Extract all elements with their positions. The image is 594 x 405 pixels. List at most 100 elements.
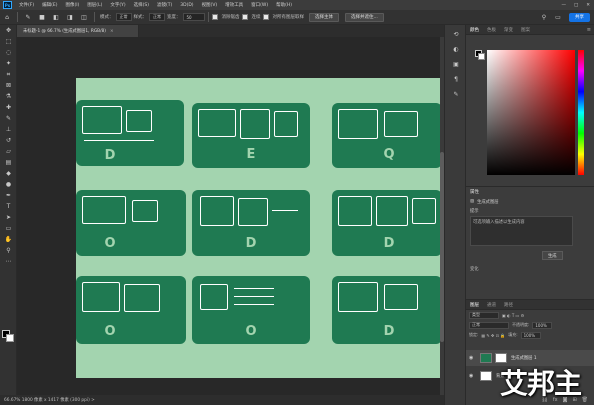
divider	[94, 12, 95, 22]
eraser-tool-icon[interactable]: ▱	[2, 146, 15, 157]
menu-type[interactable]: 文字(Y)	[106, 2, 129, 8]
intersect-selection-icon[interactable]: ◫	[79, 13, 89, 22]
sketch-frame	[376, 196, 408, 226]
shape-tool-icon[interactable]: ▭	[2, 223, 15, 234]
menu-image[interactable]: 图像(I)	[61, 2, 83, 8]
select-mask-button[interactable]: 选择并遮住...	[345, 12, 384, 22]
style-select[interactable]: 正常	[149, 13, 165, 21]
tile-8: O	[192, 276, 310, 344]
filter-icons[interactable]: ▣ ◐ T ▭ ⚙	[502, 313, 524, 318]
sample-all-checkbox[interactable]	[262, 14, 269, 20]
blend-mode-select[interactable]: 正常	[469, 321, 509, 329]
sketch-frame	[132, 200, 158, 222]
tab-swatches[interactable]: 色板	[483, 27, 500, 33]
contiguous-checkbox[interactable]	[241, 14, 248, 20]
more-tools-icon[interactable]: ⋯	[2, 256, 15, 267]
saturation-value-field[interactable]	[487, 50, 575, 175]
minimize-icon[interactable]: —	[557, 3, 570, 8]
type-tool-icon[interactable]: T	[2, 201, 15, 212]
frame-tool-icon[interactable]: ⊠	[2, 80, 15, 91]
contiguous-label: 连续	[251, 15, 261, 20]
sketch-line	[234, 304, 274, 306]
blur-tool-icon[interactable]: ◆	[2, 168, 15, 179]
mode-select[interactable]: 正常	[115, 13, 132, 21]
search-icon[interactable]: ⚲	[539, 13, 549, 22]
prompt-textarea[interactable]: 可选项输入描述以生成内容	[470, 216, 573, 246]
adjustments-icon[interactable]: ◐	[449, 43, 463, 55]
tile-5: D	[192, 190, 310, 256]
menu-layer[interactable]: 图层(L)	[83, 2, 106, 8]
tab-color[interactable]: 颜色	[466, 27, 483, 33]
marquee-tool-icon[interactable]: ⬚	[2, 36, 15, 47]
lasso-tool-icon[interactable]: ◌	[2, 47, 15, 58]
new-selection-icon[interactable]: ■	[37, 13, 47, 22]
healing-tool-icon[interactable]: ✚	[2, 102, 15, 113]
artboard[interactable]: D E Q O D D O O D	[76, 78, 442, 378]
visibility-eye-icon[interactable]: ◉	[469, 373, 477, 379]
canvas-area[interactable]: D E Q O D D O O D	[17, 37, 442, 395]
tab-paths[interactable]: 路径	[500, 302, 517, 308]
home-icon[interactable]: ⌂	[2, 13, 12, 22]
history-icon[interactable]: ⟲	[449, 28, 463, 40]
menu-help[interactable]: 帮助(H)	[272, 2, 296, 8]
background-color-swatch[interactable]	[6, 334, 14, 342]
antialias-checkbox[interactable]	[211, 14, 218, 20]
menu-select[interactable]: 选择(S)	[130, 2, 153, 8]
sketch-frame	[384, 284, 418, 310]
visibility-eye-icon[interactable]: ◉	[469, 355, 477, 361]
libraries-icon[interactable]: ▣	[449, 58, 463, 70]
tile-7: O	[76, 276, 186, 344]
menu-window[interactable]: 窗口(W)	[247, 2, 272, 8]
crop-tool-icon[interactable]: ⌗	[2, 69, 15, 80]
document-tab[interactable]: 未标题-1 @ 66.7% (生成式图层1, RGB/8) ×	[17, 25, 139, 37]
dodge-tool-icon[interactable]: ●	[2, 179, 15, 190]
panel-menu-icon[interactable]: ≡	[587, 27, 591, 33]
menu-edit[interactable]: 编辑(E)	[38, 2, 61, 8]
fill-input[interactable]: 100%	[520, 331, 541, 339]
history-brush-tool-icon[interactable]: ↺	[2, 135, 15, 146]
gradient-tool-icon[interactable]: ▤	[2, 157, 15, 168]
brush-settings-icon[interactable]: ✎	[449, 88, 463, 100]
brush-icon[interactable]: ✎	[23, 13, 33, 22]
menu-plugins[interactable]: 增效工具	[221, 2, 247, 8]
picker-background-swatch[interactable]	[478, 53, 485, 60]
path-select-tool-icon[interactable]: ➤	[2, 212, 15, 223]
share-button[interactable]: 共享	[569, 12, 590, 22]
tab-channels[interactable]: 通道	[483, 302, 500, 308]
hand-tool-icon[interactable]: ✋	[2, 234, 15, 245]
tab-patterns[interactable]: 图案	[517, 27, 534, 33]
opacity-input[interactable]: 100%	[532, 321, 553, 329]
variations-label: 变化	[470, 267, 479, 272]
tab-layers[interactable]: 图层	[466, 302, 483, 308]
delete-layer-icon[interactable]: 🗑	[582, 397, 588, 403]
move-tool-icon[interactable]: ✥	[2, 25, 15, 36]
close-tab-icon[interactable]: ×	[110, 29, 114, 34]
menu-filter[interactable]: 滤镜(T)	[153, 2, 176, 8]
tab-gradients[interactable]: 渐变	[500, 27, 517, 33]
workspace-icon[interactable]: ▭	[553, 13, 563, 22]
zoom-tool-icon[interactable]: ⚲	[2, 245, 15, 256]
sketch-frame	[82, 282, 120, 312]
maximize-icon[interactable]: □	[570, 3, 582, 8]
add-selection-icon[interactable]: ◧	[51, 13, 61, 22]
tile-2: E	[192, 103, 310, 168]
close-window-icon[interactable]: ✕	[582, 3, 594, 8]
eyedropper-tool-icon[interactable]: ⚗	[2, 91, 15, 102]
stamp-tool-icon[interactable]: ⊥	[2, 124, 15, 135]
lock-icons[interactable]: ▦ ✎ ✥ ⊡ 🔒	[481, 333, 505, 338]
select-subject-button[interactable]: 选择主体	[309, 12, 339, 22]
magic-wand-tool-icon[interactable]: ✦	[2, 58, 15, 69]
menu-view[interactable]: 视图(V)	[198, 2, 222, 8]
kind-filter-select[interactable]: 类型	[469, 311, 499, 319]
brush-tool-icon[interactable]: ✎	[2, 113, 15, 124]
width-input[interactable]: 50	[182, 13, 205, 21]
layer-filter-row: 类型 ▣ ◐ T ▭ ⚙	[466, 310, 594, 320]
subtract-selection-icon[interactable]: ◨	[65, 13, 75, 22]
menu-file[interactable]: 文件(F)	[15, 2, 38, 8]
generate-button[interactable]: 生成	[542, 251, 563, 260]
pen-tool-icon[interactable]: ✒	[2, 190, 15, 201]
hue-slider[interactable]	[578, 50, 584, 175]
menu-3d[interactable]: 3D(D)	[176, 3, 197, 8]
photoshop-logo[interactable]: Ps	[3, 1, 12, 9]
paragraph-icon[interactable]: ¶	[449, 73, 463, 85]
